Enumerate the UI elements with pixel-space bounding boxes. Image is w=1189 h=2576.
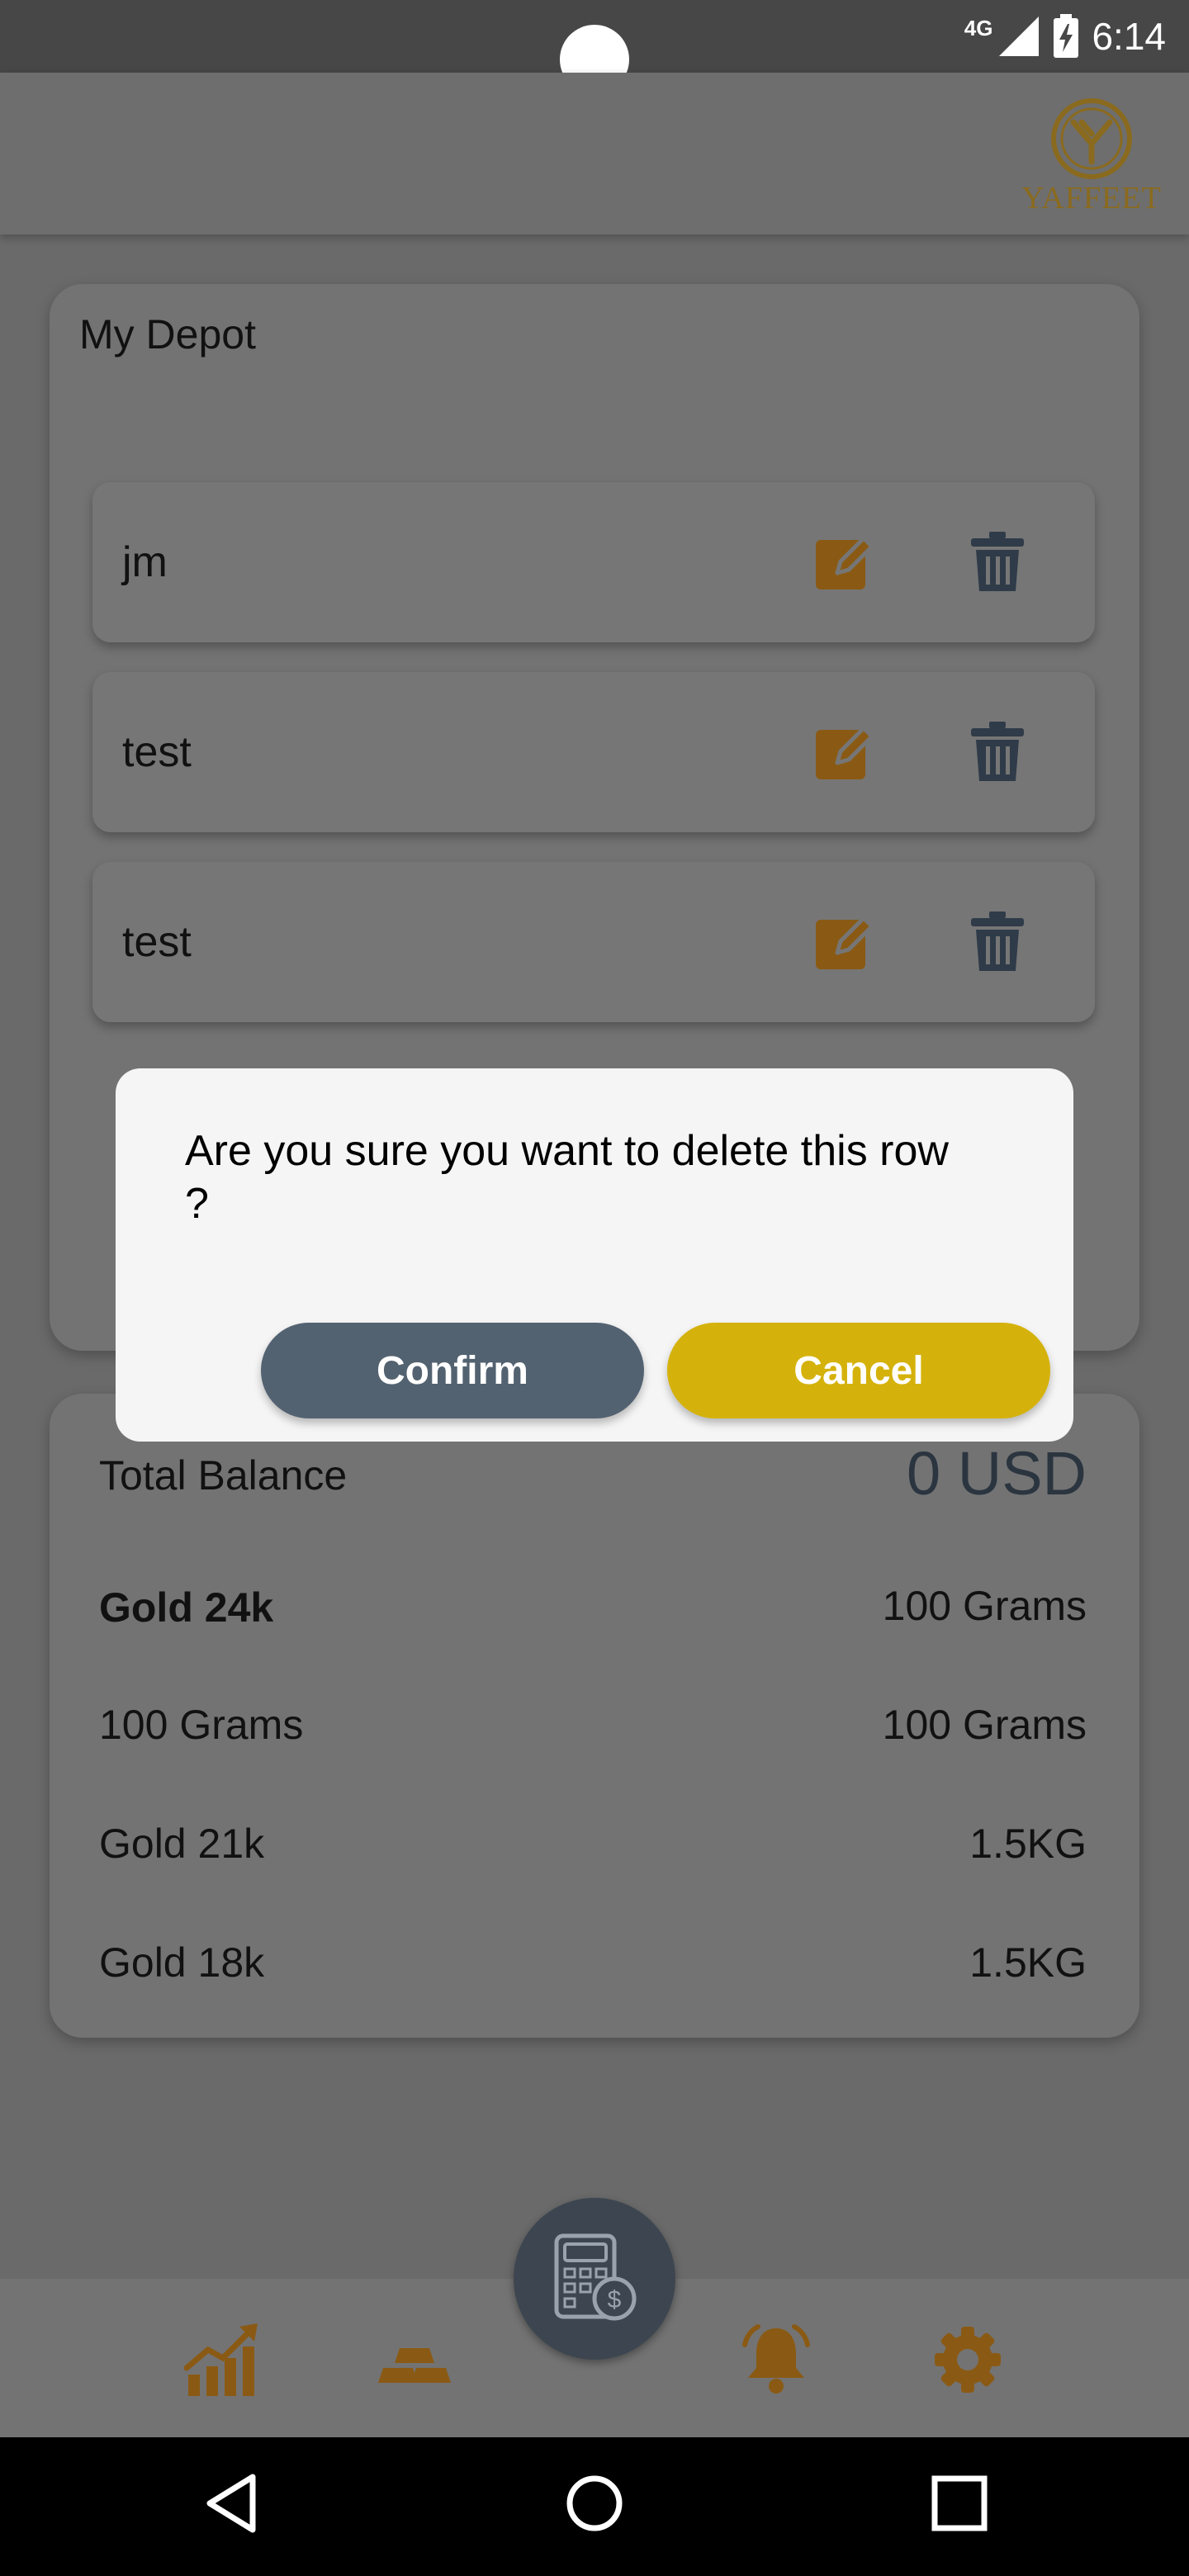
balance-item-label: Gold 21k [99, 1821, 265, 1867]
logo-emblem-icon [1051, 98, 1132, 179]
bell-icon[interactable] [737, 2320, 816, 2399]
yaffeet-logo: YAFFEET [1017, 92, 1166, 216]
balance-item-value: 100 Grams [882, 1702, 1087, 1748]
total-balance-label: Total Balance [99, 1452, 348, 1499]
balance-item-value: 100 Grams [882, 1583, 1087, 1629]
gold-bars-icon[interactable] [375, 2320, 454, 2399]
total-balance-value: 0 USD [907, 1439, 1087, 1508]
depot-row[interactable]: test [92, 672, 1095, 832]
svg-text:$: $ [608, 2286, 622, 2313]
depot-row-label: test [122, 918, 192, 966]
trash-icon[interactable] [968, 530, 1027, 593]
confirm-button[interactable]: Confirm [261, 1323, 644, 1418]
depot-row-label: test [122, 728, 192, 776]
depot-row[interactable]: jm [92, 482, 1095, 642]
trash-icon[interactable] [968, 910, 1027, 973]
depot-row-label: jm [122, 538, 168, 586]
cancel-button[interactable]: Cancel [667, 1323, 1050, 1418]
depot-row[interactable]: test [92, 862, 1095, 1022]
dialog-message: Are you sure you want to delete this row… [185, 1127, 949, 1228]
balance-item-value: 1.5KG [969, 1939, 1087, 1986]
clock-time: 6:14 [1092, 15, 1166, 58]
back-icon[interactable] [203, 2470, 261, 2536]
balance-item-label: Gold 24k [99, 1584, 274, 1631]
signal-icon [999, 17, 1040, 56]
logo-text: YAFFEET [1021, 181, 1162, 215]
trash-icon[interactable] [968, 720, 1027, 783]
calculator-button[interactable]: $ [514, 2198, 675, 2360]
settings-gear-icon[interactable] [928, 2320, 1007, 2399]
depot-title: My Depot [79, 311, 256, 358]
balance-item-value: 1.5KG [969, 1821, 1087, 1867]
system-navigation-bar [0, 2437, 1189, 2576]
recents-icon[interactable] [930, 2474, 989, 2533]
calculator-icon: $ [554, 2233, 637, 2321]
home-icon[interactable] [563, 2472, 626, 2535]
balance-item-label: 100 Grams [99, 1702, 304, 1748]
balance-item-label: Gold 18k [99, 1939, 265, 1986]
chart-icon[interactable] [183, 2320, 263, 2399]
status-indicators: 4G 6:14 [964, 10, 1166, 63]
app-header [0, 73, 1189, 234]
battery-charging-icon [1054, 14, 1079, 58]
network-type: 4G [964, 15, 993, 40]
edit-icon[interactable] [812, 530, 875, 593]
edit-icon[interactable] [812, 910, 875, 973]
edit-icon[interactable] [812, 720, 875, 783]
